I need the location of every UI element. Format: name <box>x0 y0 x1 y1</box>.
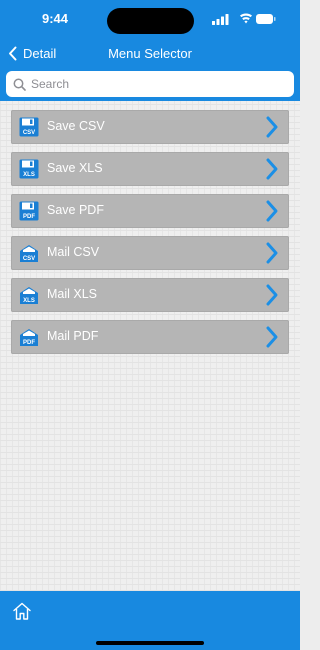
menu-item-label: Mail XLS <box>47 287 98 301</box>
chevron-right-icon <box>266 200 278 222</box>
chevron-right-icon <box>266 158 278 180</box>
file-type-badge: XLS <box>23 172 35 178</box>
signal-icon <box>212 14 229 25</box>
mail-icon: PDF <box>20 329 38 346</box>
file-type-badge: PDF <box>23 340 35 346</box>
status-bar: 9:44 <box>0 0 300 40</box>
chevron-right-icon <box>266 242 278 264</box>
file-type-badge: CSV <box>23 130 35 136</box>
search-placeholder: Search <box>31 77 70 91</box>
file-type-badge: CSV <box>23 256 35 262</box>
save-icon: CSV <box>19 117 39 137</box>
search-icon <box>13 78 26 91</box>
menu-item-save-pdf[interactable]: PDF Save PDF <box>11 194 289 228</box>
status-icons <box>212 13 276 25</box>
tab-bar <box>0 591 300 650</box>
home-icon[interactable] <box>12 601 32 621</box>
mail-icon: CSV <box>20 245 38 262</box>
menu-item-save-xls[interactable]: XLS Save XLS <box>11 152 289 186</box>
dynamic-island <box>107 8 194 34</box>
menu-item-label: Save XLS <box>47 161 103 175</box>
search-input[interactable]: Search <box>6 71 294 97</box>
chevron-right-icon <box>266 284 278 306</box>
chevron-right-icon <box>266 326 278 348</box>
menu-item-mail-xls[interactable]: XLS Mail XLS <box>11 278 289 312</box>
menu-item-mail-csv[interactable]: CSV Mail CSV <box>11 236 289 270</box>
chevron-right-icon <box>266 116 278 138</box>
home-indicator <box>96 641 204 645</box>
save-icon: XLS <box>19 159 39 179</box>
menu-item-label: Save PDF <box>47 203 104 217</box>
battery-icon <box>256 14 276 24</box>
file-type-badge: XLS <box>23 298 35 304</box>
save-icon: PDF <box>19 201 39 221</box>
menu-list: CSV Save CSV XLS Save XLS PDF Save PDF C… <box>0 101 300 591</box>
menu-item-save-csv[interactable]: CSV Save CSV <box>11 110 289 144</box>
navigation-bar: Detail Menu Selector <box>0 40 300 66</box>
menu-item-label: Save CSV <box>47 119 105 133</box>
wifi-icon <box>240 13 252 24</box>
mail-icon: XLS <box>20 287 38 304</box>
menu-item-mail-pdf[interactable]: PDF Mail PDF <box>11 320 289 354</box>
file-type-badge: PDF <box>23 214 35 220</box>
menu-item-label: Mail PDF <box>47 329 99 343</box>
menu-item-label: Mail CSV <box>47 245 100 259</box>
header: 9:44 Detail Menu Selector Search <box>0 0 300 101</box>
page-title: Menu Selector <box>108 46 192 61</box>
status-time: 9:44 <box>42 11 69 26</box>
